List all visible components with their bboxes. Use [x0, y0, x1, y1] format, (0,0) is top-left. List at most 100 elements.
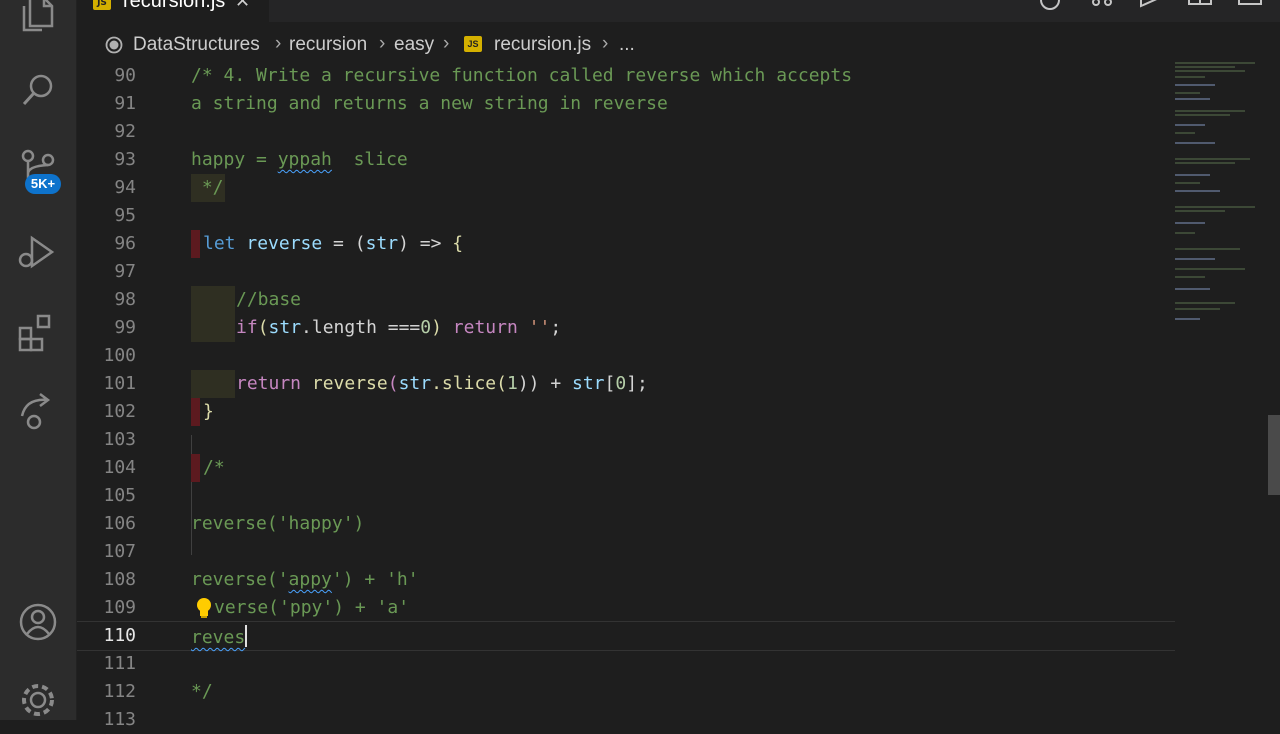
- minimap[interactable]: [1175, 62, 1270, 362]
- code-text: happy = yppah slice: [191, 149, 408, 170]
- line-number: 112: [103, 681, 136, 702]
- tab-recursion-js[interactable]: JS recursion.js ✕: [77, 0, 269, 22]
- code-line: 103: [77, 426, 1175, 454]
- line-number: 110: [103, 625, 136, 646]
- breadcrumb-datastructures[interactable]: DataStructures: [133, 34, 260, 56]
- spelling-squiggle: yppah: [277, 149, 332, 170]
- code-text: */: [191, 681, 213, 702]
- line-number: 105: [103, 485, 136, 506]
- code-line: 109 verse('ppy') + 'a': [77, 594, 1175, 622]
- code-line: 90 /* 4. Write a recursive function call…: [77, 62, 1175, 90]
- explorer-icon[interactable]: [16, 0, 60, 36]
- error-marker: [191, 398, 200, 426]
- code-text: /*: [203, 457, 225, 478]
- tab-strip: JS recursion.js ✕: [77, 0, 1280, 22]
- code-line: 112 */: [77, 678, 1175, 706]
- javascript-file-icon: JS: [93, 0, 111, 10]
- line-number: 98: [114, 289, 136, 310]
- breadcrumb-separator: ›: [602, 33, 609, 54]
- code-line: 107: [77, 538, 1175, 566]
- spelling-squiggle: appy: [288, 569, 332, 590]
- code-line: 98 //base: [77, 286, 1175, 314]
- line-number: 108: [103, 569, 136, 590]
- remote-explorer-icon[interactable]: [16, 390, 60, 434]
- code-line: 111: [77, 650, 1175, 678]
- accounts-icon[interactable]: [16, 600, 60, 644]
- tab-title: recursion.js: [123, 0, 226, 12]
- scrollbar-thumb[interactable]: [1268, 415, 1280, 495]
- code-text: if(str.length ===0) return '';: [236, 317, 562, 338]
- error-marker: [191, 230, 200, 258]
- timeline-icon[interactable]: [1037, 0, 1063, 14]
- line-number: 100: [103, 345, 136, 366]
- code-line: 102 }: [77, 398, 1175, 426]
- line-number: 90: [114, 65, 136, 86]
- javascript-file-icon: JS: [464, 36, 482, 52]
- activity-bar: 5K+: [0, 0, 77, 720]
- code-text: verse('ppy') + 'a': [214, 597, 410, 618]
- line-number: 104: [103, 457, 136, 478]
- line-number: 95: [114, 205, 136, 226]
- code-line: 92: [77, 118, 1175, 146]
- breadcrumb-file[interactable]: recursion.js: [494, 34, 591, 56]
- breadcrumb-easy[interactable]: easy: [394, 34, 434, 56]
- run-debug-icon[interactable]: [16, 232, 60, 276]
- line-number: 106: [103, 513, 136, 534]
- code-line: 91 a string and returns a new string in …: [77, 90, 1175, 118]
- breadcrumb-more[interactable]: ...: [619, 34, 635, 56]
- whitespace-highlight: [191, 370, 235, 398]
- line-number: 94: [114, 177, 136, 198]
- code-text: reverse('happy'): [191, 513, 365, 534]
- close-tab-icon[interactable]: ✕: [235, 0, 250, 12]
- code-line: 100: [77, 342, 1175, 370]
- compare-changes-icon[interactable]: [1089, 0, 1115, 14]
- code-line: 94 */: [77, 174, 1175, 202]
- code-text: /* 4. Write a recursive function called …: [191, 65, 853, 86]
- code-line: 97: [77, 258, 1175, 286]
- code-text: reves: [191, 625, 248, 648]
- breadcrumb-separator: ›: [275, 33, 282, 54]
- breadcrumb-separator: ›: [379, 33, 386, 54]
- current-code-line: 110 reves: [77, 621, 1175, 651]
- run-file-icon[interactable]: [1137, 0, 1163, 14]
- whitespace-highlight: [191, 286, 235, 314]
- breadcrumb-separator: ›: [443, 33, 450, 54]
- line-number: 103: [103, 429, 136, 450]
- settings-gear-icon[interactable]: [16, 678, 60, 722]
- line-number: 92: [114, 121, 136, 142]
- text-cursor: [245, 625, 248, 647]
- code-text: a string and returns a new string in rev…: [191, 93, 668, 114]
- error-marker: [191, 454, 200, 482]
- line-number: 109: [103, 597, 136, 618]
- line-number: 97: [114, 261, 136, 282]
- line-number: 91: [114, 93, 136, 114]
- code-editor[interactable]: 90 /* 4. Write a recursive function call…: [77, 62, 1175, 730]
- code-text: //base: [236, 289, 302, 310]
- line-number: 101: [103, 373, 136, 394]
- line-number: 107: [103, 541, 136, 562]
- line-number: 102: [103, 401, 136, 422]
- code-line: 95: [77, 202, 1175, 230]
- extensions-icon[interactable]: [16, 312, 60, 356]
- lightbulb-icon[interactable]: [194, 596, 214, 620]
- code-line: 105: [77, 482, 1175, 510]
- code-line: 93 happy = yppah slice: [77, 146, 1175, 174]
- source-control-badge: 5K+: [25, 174, 61, 194]
- line-number: 96: [114, 233, 136, 254]
- search-icon[interactable]: [16, 68, 60, 112]
- line-number: 99: [114, 317, 136, 338]
- code-text: }: [203, 401, 214, 422]
- code-text: let reverse = (str) => {: [203, 233, 464, 254]
- code-line: 104 /*: [77, 454, 1175, 482]
- breadcrumb-recursion[interactable]: recursion: [289, 34, 367, 56]
- code-line: 99 if(str.length ===0) return '';: [77, 314, 1175, 342]
- line-number: 111: [103, 653, 136, 674]
- code-text: reverse('appy') + 'h': [191, 569, 419, 590]
- code-line: 96 let reverse = (str) => {: [77, 230, 1175, 258]
- split-editor-icon[interactable]: [1187, 0, 1213, 14]
- code-line: 101 return reverse(str.slice(1)) + str[0…: [77, 370, 1175, 398]
- whitespace-highlight: [191, 314, 235, 342]
- code-line: 106 reverse('happy'): [77, 510, 1175, 538]
- more-actions-icon[interactable]: [1237, 0, 1263, 14]
- line-number: 93: [114, 149, 136, 170]
